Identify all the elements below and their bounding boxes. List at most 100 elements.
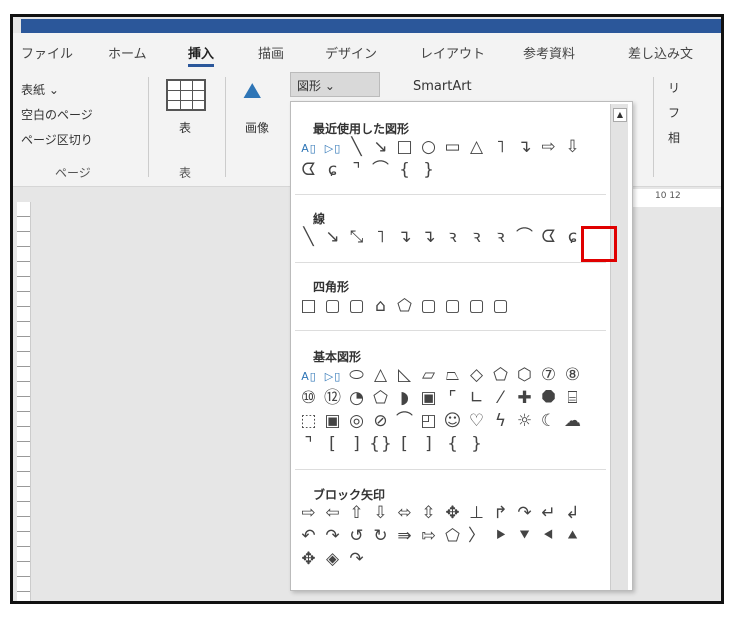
shape-icon[interactable]: ↴ [393, 226, 417, 248]
shape-icon[interactable]: ⇰ [417, 525, 441, 547]
shape-icon[interactable]: ↴ [417, 226, 441, 248]
shape-icon[interactable]: ▣ [417, 387, 441, 409]
shape-icon[interactable]: ⁄ [489, 387, 513, 409]
shape-icon[interactable]: ◈ [321, 548, 345, 570]
shape-icon[interactable]: ⬄ [393, 502, 417, 524]
scrollbar[interactable]: ▲ [610, 104, 628, 590]
shape-icon[interactable]: ⌒ [369, 159, 393, 181]
shape-icon[interactable]: ↘ [369, 136, 393, 158]
shape-icon[interactable]: ⯈ [489, 525, 513, 547]
shape-icon[interactable]: ⑦ [537, 364, 561, 386]
shape-icon[interactable]: ↵ [537, 502, 561, 524]
tab-layout[interactable]: レイアウト [420, 43, 485, 62]
shape-icon[interactable]: ⊥ [465, 502, 489, 524]
shape-icon[interactable]: □ [393, 136, 417, 158]
shape-icon[interactable]: ⇨ [297, 502, 321, 524]
shape-icon[interactable]: 〉 [465, 525, 489, 547]
shape-icon[interactable]: ∟ [465, 387, 489, 409]
shape-icon[interactable]: ♡ [465, 410, 489, 432]
shape-icon[interactable]: ˥ [489, 136, 513, 158]
shape-icon[interactable]: ▣ [321, 410, 345, 432]
shape-icon[interactable]: ⌒ [393, 410, 417, 432]
shape-icon[interactable]: ↘ [321, 226, 345, 248]
shape-icon[interactable]: ▷▯ [321, 366, 345, 388]
tab-home[interactable]: ホーム [108, 43, 147, 62]
shape-icon[interactable]: ✥ [297, 548, 321, 570]
shape-icon[interactable]: △ [465, 136, 489, 158]
page-break-button[interactable]: ページ区切り [21, 131, 93, 148]
shape-icon[interactable]: ↱ [489, 502, 513, 524]
shape-icon[interactable]: ╲ [345, 136, 369, 158]
smartart-button[interactable]: SmartArt [413, 79, 472, 94]
shapes-button[interactable]: 図形 ⌄ [290, 72, 380, 97]
shape-icon[interactable]: ◇ [465, 364, 489, 386]
shape-icon[interactable]: ⌸ [561, 387, 585, 409]
image-button[interactable]: 画像 [245, 119, 269, 136]
shape-icon[interactable]: ᗧ [297, 159, 321, 181]
table-icon[interactable] [166, 79, 206, 111]
shape-icon[interactable]: ] [345, 433, 369, 455]
shape-icon[interactable]: ▭ [441, 136, 465, 158]
tab-insert[interactable]: 挿入 [188, 43, 215, 67]
shape-icon[interactable]: ⊘ [369, 410, 393, 432]
table-button[interactable]: 表 [179, 119, 191, 136]
shape-icon[interactable]: ☺ [441, 410, 465, 432]
shape-icon[interactable]: ⇨ [537, 136, 561, 158]
cross-reference-button[interactable]: 相 [668, 129, 680, 146]
shape-icon[interactable]: A▯ [297, 366, 321, 388]
shape-icon[interactable]: △ [369, 364, 393, 386]
shape-icon[interactable]: ⑩ [297, 387, 321, 409]
shape-icon[interactable]: ⤡ [345, 226, 369, 248]
shape-icon[interactable]: ϟ [489, 410, 513, 432]
shape-icon[interactable]: ↶ [297, 525, 321, 547]
shape-icon[interactable]: } [465, 433, 489, 455]
shape-icon[interactable]: ☾ [537, 410, 561, 432]
shape-icon[interactable]: ○ [417, 136, 441, 158]
shape-icon[interactable]: ⯇ [537, 525, 561, 547]
shape-icon[interactable]: ▢ [465, 295, 489, 317]
shape-icon[interactable]: ⇦ [321, 502, 345, 524]
shape-icon[interactable]: ▢ [321, 295, 345, 317]
shape-icon[interactable]: ˥ [369, 226, 393, 248]
shape-icon[interactable]: ☁ [561, 410, 585, 432]
shape-icon[interactable]: ⇛ [393, 525, 417, 547]
shape-icon[interactable]: ⇩ [561, 136, 585, 158]
shape-icon[interactable]: ▢ [345, 295, 369, 317]
shape-icon[interactable]: ↲ [561, 502, 585, 524]
scroll-up-icon[interactable]: ▲ [613, 108, 627, 122]
shape-icon[interactable]: ↷ [513, 502, 537, 524]
shape-icon[interactable]: ◗ [393, 387, 417, 409]
shape-icon[interactable]: ⌝ [297, 433, 321, 455]
shape-icon[interactable]: ▢ [441, 295, 465, 317]
shape-icon[interactable]: ↻ [369, 525, 393, 547]
shape-icon[interactable]: ⌝ [345, 159, 369, 181]
shape-icon[interactable]: ☼ [513, 410, 537, 432]
shape-icon[interactable]: { [441, 433, 465, 455]
shape-icon[interactable]: [ [393, 433, 417, 455]
shape-icon[interactable]: ⬠ [489, 364, 513, 386]
shape-icon[interactable]: ◔ [345, 387, 369, 409]
shape-icon[interactable]: ⬚ [297, 410, 321, 432]
shape-icon[interactable]: ɕ [321, 159, 345, 181]
shape-icon[interactable]: ⑫ [321, 387, 345, 409]
shape-icon[interactable]: [ [321, 433, 345, 455]
shape-icon[interactable]: ✥ [441, 502, 465, 524]
shape-icon[interactable]: ↷ [321, 525, 345, 547]
shape-icon[interactable]: ⇩ [369, 502, 393, 524]
shape-icon[interactable]: ⏢ [441, 364, 465, 386]
shape-icon[interactable]: ◎ [345, 410, 369, 432]
shape-icon[interactable]: ▢ [417, 295, 441, 317]
shape-icon[interactable]: ⬭ [345, 364, 369, 386]
shape-icon[interactable]: ᗧ [537, 226, 561, 248]
shape-icon[interactable]: ↴ [513, 136, 537, 158]
bookmark-button[interactable]: フ [668, 104, 680, 121]
shape-icon[interactable]: ꝛ [489, 226, 513, 248]
shape-icon[interactable]: ⬡ [513, 364, 537, 386]
link-button[interactable]: リ [668, 79, 680, 96]
tab-design[interactable]: デザイン [325, 43, 377, 62]
shape-icon[interactable]: ╲ [297, 226, 321, 248]
shape-icon[interactable]: ] [417, 433, 441, 455]
shape-icon[interactable]: ⑧ [561, 364, 585, 386]
tab-draw[interactable]: 描画 [258, 43, 284, 62]
shape-icon[interactable]: ⯅ [561, 525, 585, 547]
